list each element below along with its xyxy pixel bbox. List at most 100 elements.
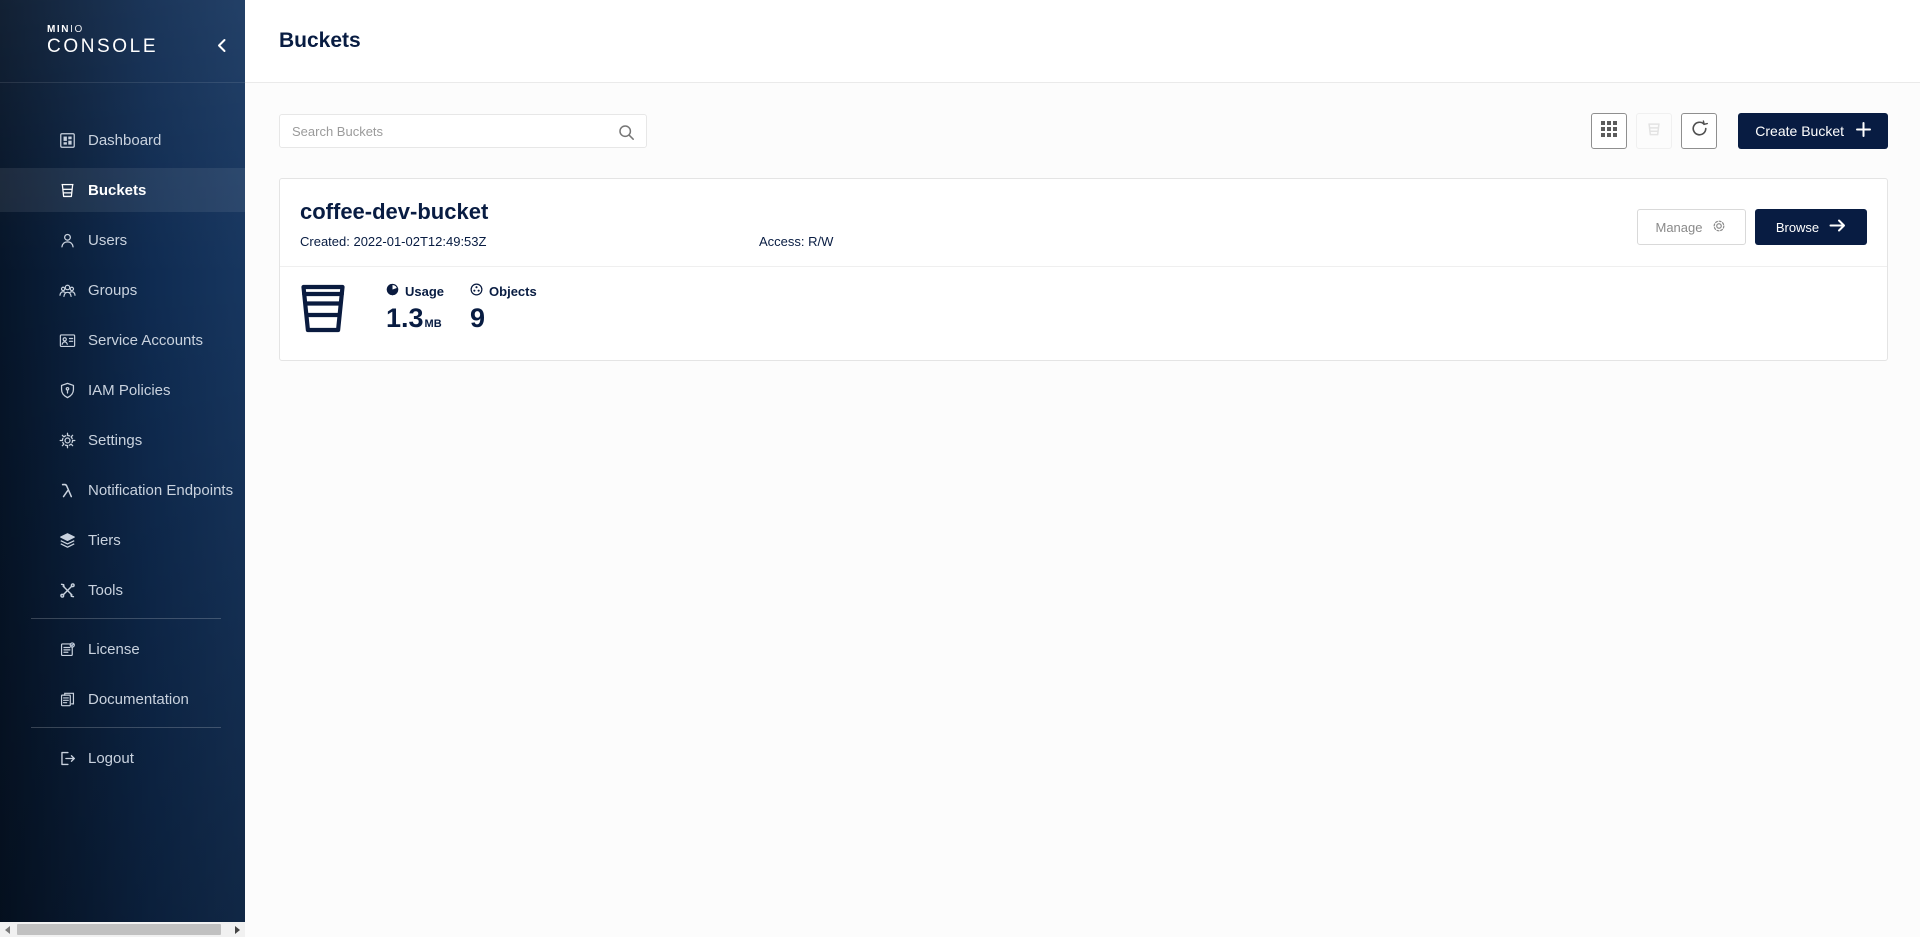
content-area: Create Bucket coffee-dev-bucket Created:… — [245, 83, 1920, 361]
bucket-card: coffee-dev-bucket Created: 2022-01-02T12… — [279, 178, 1888, 361]
sidebar-item-label: IAM Policies — [88, 382, 171, 399]
bucket-access: Access: R/W — [759, 234, 833, 249]
sidebar-item-settings[interactable]: Settings — [0, 418, 245, 462]
settings-icon — [58, 431, 77, 450]
sidebar-item-label: Logout — [88, 750, 134, 767]
bucket-card-metrics: Usage 1.3 MB Objects 9 — [280, 267, 1887, 360]
usage-value: 1.3 — [386, 303, 424, 334]
sidebar-item-label: Service Accounts — [88, 332, 203, 349]
scrollbar-track[interactable] — [15, 922, 230, 937]
page-header: Buckets — [245, 0, 1920, 83]
page-title: Buckets — [279, 29, 361, 53]
list-view-button — [1636, 113, 1672, 149]
users-icon — [58, 231, 77, 250]
logo-console-text: CONSOLE — [47, 36, 158, 58]
objects-value-row: 9 — [470, 303, 537, 334]
sidebar-item-buckets[interactable]: Buckets — [0, 168, 245, 212]
sidebar-item-service-accounts[interactable]: Service Accounts — [0, 318, 245, 362]
logo-row: MINIO CONSOLE — [0, 0, 245, 83]
sidebar-divider — [31, 618, 221, 619]
buckets-icon — [58, 181, 77, 200]
usage-metric: Usage 1.3 MB — [386, 283, 444, 334]
minio-console-logo: MINIO CONSOLE — [47, 24, 158, 58]
create-bucket-label: Create Bucket — [1755, 123, 1844, 139]
dashboard-icon — [58, 131, 77, 150]
bucket-meta: Created: 2022-01-02T12:49:53Z Access: R/… — [300, 234, 833, 249]
usage-value-row: 1.3 MB — [386, 303, 444, 334]
bucket-card-header: coffee-dev-bucket Created: 2022-01-02T12… — [280, 179, 1887, 266]
bucket-icon — [300, 283, 346, 338]
scrollbar-thumb[interactable] — [17, 924, 221, 935]
bucket-list-view-icon — [1645, 120, 1663, 143]
sidebar-item-tools[interactable]: Tools — [0, 568, 245, 612]
scroll-right-arrow-icon[interactable] — [230, 922, 245, 937]
sidebar-item-label: License — [88, 641, 140, 658]
sidebar-item-groups[interactable]: Groups — [0, 268, 245, 312]
bucket-info: coffee-dev-bucket Created: 2022-01-02T12… — [300, 199, 833, 249]
sidebar-item-label: Settings — [88, 432, 142, 449]
sidebar: MINIO CONSOLE Dashboard Buckets Users — [0, 0, 245, 937]
manage-button[interactable]: Manage — [1637, 209, 1746, 245]
notification-endpoints-icon — [58, 481, 77, 500]
license-icon — [58, 640, 77, 659]
bucket-name[interactable]: coffee-dev-bucket — [300, 199, 833, 225]
sidebar-item-logout[interactable]: Logout — [0, 736, 245, 780]
sidebar-item-license[interactable]: License — [0, 627, 245, 671]
objects-label-row: Objects — [470, 283, 537, 299]
objects-icon — [470, 283, 483, 299]
logout-icon — [58, 749, 77, 768]
logo-minio-text: MINIO — [47, 24, 158, 35]
sidebar-divider — [31, 727, 221, 728]
browse-label: Browse — [1776, 220, 1819, 235]
collapse-sidebar-icon[interactable] — [213, 37, 229, 53]
bucket-actions: Manage Browse — [1637, 209, 1867, 245]
sidebar-item-users[interactable]: Users — [0, 218, 245, 262]
sidebar-item-label: Tools — [88, 582, 123, 599]
sidebar-horizontal-scrollbar[interactable] — [0, 922, 245, 937]
manage-label: Manage — [1656, 220, 1703, 235]
objects-label: Objects — [489, 284, 537, 299]
documentation-icon — [58, 690, 77, 709]
usage-icon — [386, 283, 399, 299]
browse-button[interactable]: Browse — [1755, 209, 1867, 245]
sidebar-item-label: Notification Endpoints — [88, 482, 233, 499]
objects-value: 9 — [470, 303, 485, 334]
sidebar-item-label: Groups — [88, 282, 137, 299]
grid-view-icon — [1600, 120, 1618, 143]
main-area: Buckets — [245, 0, 1920, 937]
bucket-created: Created: 2022-01-02T12:49:53Z — [300, 234, 759, 249]
plus-icon — [1856, 122, 1871, 140]
toolbar: Create Bucket — [279, 113, 1888, 149]
refresh-button[interactable] — [1681, 113, 1717, 149]
sidebar-item-label: Tiers — [88, 532, 121, 549]
sidebar-item-iam-policies[interactable]: IAM Policies — [0, 368, 245, 412]
sidebar-item-notification-endpoints[interactable]: Notification Endpoints — [0, 468, 245, 512]
search-input[interactable] — [280, 115, 646, 147]
grid-view-button[interactable] — [1591, 113, 1627, 149]
sidebar-nav: Dashboard Buckets Users Groups Service A — [0, 83, 245, 780]
tools-icon — [58, 581, 77, 600]
tiers-icon — [58, 531, 77, 550]
scroll-left-arrow-icon[interactable] — [0, 922, 15, 937]
objects-metric: Objects 9 — [470, 283, 537, 334]
create-bucket-button[interactable]: Create Bucket — [1738, 113, 1888, 149]
sidebar-item-dashboard[interactable]: Dashboard — [0, 118, 245, 162]
sidebar-item-tiers[interactable]: Tiers — [0, 518, 245, 562]
iam-policies-icon — [58, 381, 77, 400]
service-accounts-icon — [58, 331, 77, 350]
groups-icon — [58, 281, 77, 300]
toolbar-actions: Create Bucket — [1591, 113, 1888, 149]
usage-label: Usage — [405, 284, 444, 299]
sidebar-item-label: Buckets — [88, 182, 146, 199]
sidebar-item-label: Dashboard — [88, 132, 161, 149]
search-box — [279, 114, 647, 148]
sidebar-item-label: Users — [88, 232, 127, 249]
search-icon — [618, 124, 635, 146]
usage-label-row: Usage — [386, 283, 444, 299]
usage-unit: MB — [425, 318, 442, 330]
arrow-right-icon — [1829, 219, 1846, 235]
gear-icon — [1711, 218, 1727, 237]
sidebar-item-label: Documentation — [88, 691, 189, 708]
refresh-icon — [1690, 119, 1709, 143]
sidebar-item-documentation[interactable]: Documentation — [0, 677, 245, 721]
